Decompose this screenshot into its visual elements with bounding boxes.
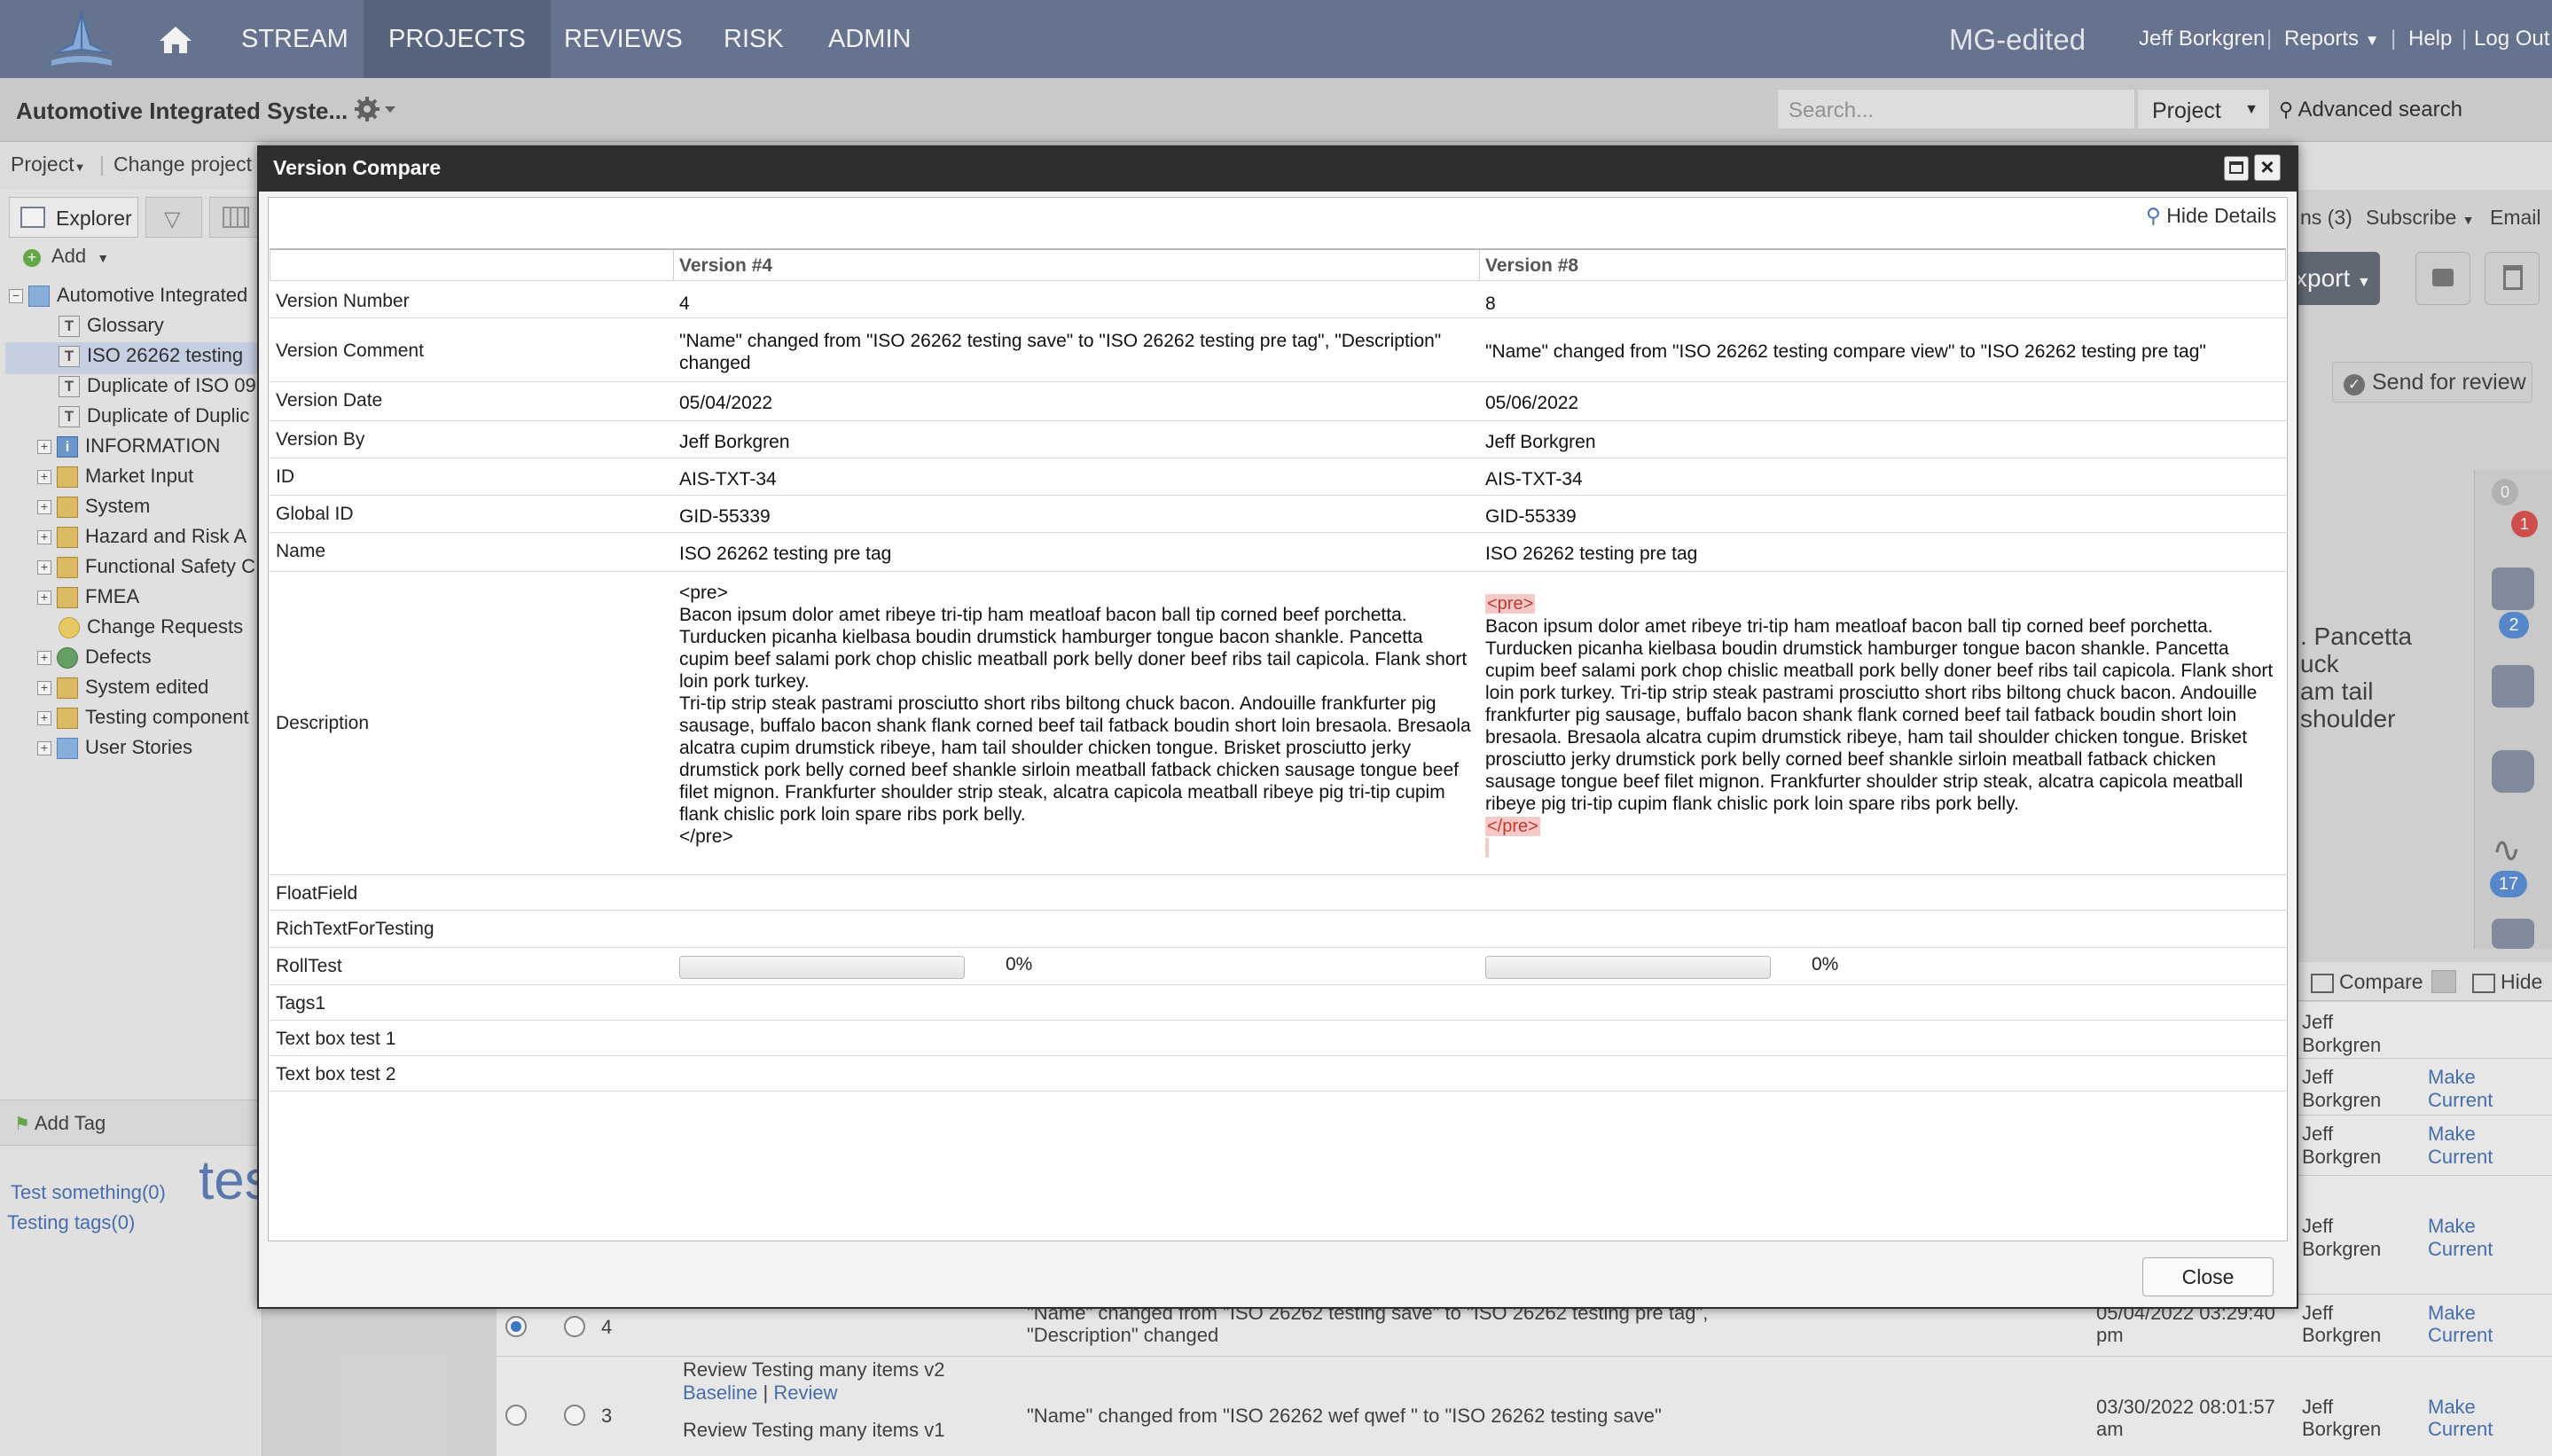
field-label: Text box test 2 [276, 1064, 396, 1084]
dialog-title: Version Compare [273, 156, 442, 179]
field-label: RollTest [276, 956, 342, 976]
value-v4: 4 [679, 294, 690, 314]
row-divider [270, 1091, 2286, 1092]
field-label: Description [276, 713, 370, 733]
row-divider [270, 381, 2286, 382]
maximize-icon[interactable] [2224, 156, 2249, 181]
column-divider [673, 250, 674, 280]
column-header-version-4: Version #4 [679, 255, 773, 276]
close-button[interactable]: Close [2142, 1257, 2274, 1296]
column-divider [2285, 250, 2286, 280]
hide-details-button[interactable]: ⚲ Hide Details [2146, 204, 2276, 228]
field-label: Name [276, 541, 326, 561]
field-label: FloatField [276, 883, 358, 904]
close-icon[interactable]: × [2254, 154, 2281, 181]
row-divider [270, 571, 2286, 572]
row-divider [270, 947, 2286, 948]
description-v8: <pre> Bacon ipsum dolor amet ribeye tri-… [1485, 592, 2276, 857]
row-divider [270, 532, 2286, 533]
field-label: Text box test 1 [276, 1029, 396, 1049]
row-divider [270, 420, 2286, 421]
value-v8: GID-55339 [1485, 506, 1577, 527]
table-top-border [270, 248, 2286, 250]
value-v8: 05/06/2022 [1485, 393, 1579, 413]
description-v8-text: Bacon ipsum dolor amet ribeye tri-tip ha… [1485, 616, 2274, 814]
row-divider [270, 280, 2286, 281]
row-divider [270, 1055, 2286, 1056]
row-divider [270, 874, 2286, 875]
row-divider [270, 495, 2286, 496]
value-v8: 8 [1485, 294, 1496, 314]
diff-marker [1485, 838, 1489, 857]
value-v4: 05/04/2022 [679, 393, 773, 413]
progress-bar-v8 [1485, 956, 1771, 979]
field-label: Version By [276, 429, 365, 450]
magnifier-icon: ⚲ [2146, 204, 2161, 227]
diff-removed-tag: <pre> [1485, 594, 1536, 614]
row-divider [270, 1020, 2286, 1021]
row-divider [270, 317, 2286, 318]
value-v8: AIS-TXT-34 [1485, 469, 1583, 489]
value-v8: "Name" changed from "ISO 26262 testing c… [1485, 341, 2206, 362]
progress-bar-v4 [679, 956, 965, 979]
value-v4: "Name" changed from "ISO 26262 testing s… [679, 331, 1442, 373]
row-divider [270, 910, 2286, 911]
value-v4: ISO 26262 testing pre tag [679, 544, 892, 564]
value-v4: GID-55339 [679, 506, 771, 527]
progress-percent-v4: 0% [1006, 954, 1033, 975]
value-v4: AIS-TXT-34 [679, 469, 777, 489]
field-label: ID [276, 466, 294, 487]
field-label: Version Number [276, 291, 410, 311]
dialog-header [259, 147, 2297, 192]
diff-removed-tag: </pre> [1485, 817, 1540, 836]
column-header-version-8: Version #8 [1485, 255, 1579, 276]
field-label: RichTextForTesting [276, 919, 434, 939]
field-label: Global ID [276, 504, 354, 524]
progress-percent-v8: 0% [1812, 954, 1839, 975]
field-label: Version Date [276, 390, 383, 411]
value-v8: Jeff Borkgren [1485, 432, 1596, 452]
row-divider [270, 984, 2286, 985]
value-v4: Jeff Borkgren [679, 432, 790, 452]
field-label: Version Comment [276, 341, 424, 361]
value-v8: ISO 26262 testing pre tag [1485, 544, 1698, 564]
description-v4: <pre> Bacon ipsum dolor amet ribeye tri-… [679, 583, 1471, 847]
field-label: Tags1 [276, 993, 326, 1014]
column-divider [1479, 250, 1480, 280]
